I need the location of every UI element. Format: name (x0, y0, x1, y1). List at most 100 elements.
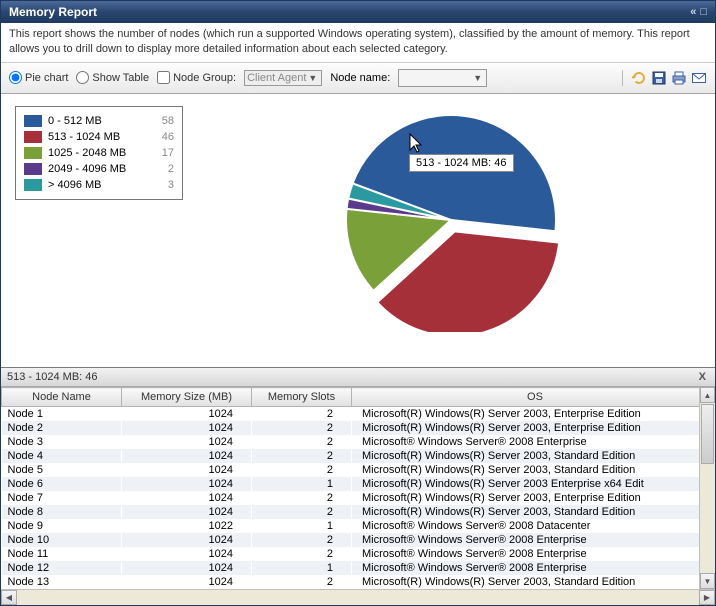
memory-report-window: Memory Report « □ This report shows the … (0, 0, 716, 606)
refresh-icon[interactable] (631, 70, 647, 86)
toolbar: Pie chart Show Table Node Group: Client … (1, 63, 715, 94)
cell: 1024 (122, 449, 252, 463)
window-title: Memory Report (9, 5, 97, 19)
cell: Microsoft® Windows Server® 2008 Enterpri… (352, 533, 715, 547)
cell: Microsoft(R) Windows(R) Server 2003, Ent… (352, 421, 715, 435)
cell: Microsoft(R) Windows(R) Server 2003, Sta… (352, 449, 715, 463)
cell: 2 (252, 463, 352, 477)
cell: 1024 (122, 505, 252, 519)
table-row[interactable]: Node 310242Microsoft® Windows Server® 20… (2, 435, 715, 449)
cell: Node 12 (2, 561, 122, 575)
description-text: This report shows the number of nodes (w… (1, 23, 715, 63)
legend-count: 3 (154, 179, 174, 191)
cell: 1024 (122, 575, 252, 589)
legend-count: 2 (154, 163, 174, 175)
legend-item[interactable]: 2049 - 4096 MB2 (24, 161, 174, 177)
cell: Microsoft(R) Windows(R) Server 2003, Sta… (352, 575, 715, 589)
pie-chart-radio[interactable]: Pie chart (9, 71, 68, 84)
scroll-left-icon[interactable]: ◀ (1, 590, 17, 605)
legend-swatch (24, 147, 42, 159)
cell: 1024 (122, 435, 252, 449)
titlebar: Memory Report « □ (1, 1, 715, 23)
scroll-thumb[interactable] (701, 404, 714, 464)
legend-item[interactable]: 513 - 1024 MB46 (24, 129, 174, 145)
node-name-select[interactable]: ▼ (398, 69, 487, 87)
node-group-select[interactable]: Client Agent ▼ (244, 70, 322, 86)
cell: 2 (252, 575, 352, 589)
email-icon[interactable] (691, 70, 707, 86)
table-row[interactable]: Node 1210241Microsoft® Windows Server® 2… (2, 561, 715, 575)
legend-swatch (24, 179, 42, 191)
column-header[interactable]: Memory Slots (252, 388, 352, 407)
column-header[interactable]: OS (352, 388, 715, 407)
cell: Node 7 (2, 491, 122, 505)
vertical-scrollbar[interactable]: ▲ ▼ (699, 387, 715, 589)
horizontal-scrollbar[interactable]: ◀ ▶ (1, 589, 715, 605)
cell: 2 (252, 505, 352, 519)
detail-title: 513 - 1024 MB: 46 (7, 371, 98, 383)
table-wrap: Node NameMemory Size (MB)Memory SlotsOS … (1, 387, 715, 589)
show-table-radio[interactable]: Show Table (76, 71, 149, 84)
table-row[interactable]: Node 1310242Microsoft(R) Windows(R) Serv… (2, 575, 715, 589)
scroll-down-icon[interactable]: ▼ (700, 573, 715, 589)
table-row[interactable]: Node 210242Microsoft(R) Windows(R) Serve… (2, 421, 715, 435)
detail-pane: 513 - 1024 MB: 46 X Node NameMemory Size… (1, 367, 715, 605)
node-name-label: Node name: (330, 72, 390, 84)
chart-area: 0 - 512 MB58513 - 1024 MB461025 - 2048 M… (1, 94, 715, 367)
cell: Node 6 (2, 477, 122, 491)
table-row[interactable]: Node 110242Microsoft(R) Windows(R) Serve… (2, 407, 715, 422)
cell: 2 (252, 435, 352, 449)
pie-chart[interactable] (321, 102, 581, 335)
cell: Node 9 (2, 519, 122, 533)
table-row[interactable]: Node 710242Microsoft(R) Windows(R) Serve… (2, 491, 715, 505)
table-row[interactable]: Node 510242Microsoft(R) Windows(R) Serve… (2, 463, 715, 477)
legend-item[interactable]: > 4096 MB3 (24, 177, 174, 193)
table-row[interactable]: Node 910221Microsoft® Windows Server® 20… (2, 519, 715, 533)
cell: Microsoft(R) Windows(R) Server 2003, Sta… (352, 505, 715, 519)
legend-count: 17 (154, 147, 174, 159)
chevron-down-icon: ▼ (306, 73, 319, 83)
cell: 1024 (122, 407, 252, 422)
cell: Node 1 (2, 407, 122, 422)
cell: Node 13 (2, 575, 122, 589)
scroll-up-icon[interactable]: ▲ (700, 387, 715, 403)
table-row[interactable]: Node 810242Microsoft(R) Windows(R) Serve… (2, 505, 715, 519)
cell: Node 5 (2, 463, 122, 477)
cell: 2 (252, 421, 352, 435)
cell: 1024 (122, 477, 252, 491)
node-name-input[interactable] (401, 71, 471, 85)
cell: 1 (252, 477, 352, 491)
legend-count: 58 (154, 115, 174, 127)
cell: 1 (252, 519, 352, 533)
cell: Microsoft® Windows Server® 2008 Datacent… (352, 519, 715, 533)
chevron-down-icon: ▼ (471, 73, 484, 83)
cell: 2 (252, 407, 352, 422)
column-header[interactable]: Node Name (2, 388, 122, 407)
legend-count: 46 (154, 131, 174, 143)
legend-item[interactable]: 0 - 512 MB58 (24, 113, 174, 129)
close-icon[interactable]: X (696, 371, 709, 383)
save-icon[interactable] (651, 70, 667, 86)
column-header[interactable]: Memory Size (MB) (122, 388, 252, 407)
legend-swatch (24, 115, 42, 127)
collapse-icon[interactable]: « (690, 6, 696, 18)
table-row[interactable]: Node 1110242Microsoft® Windows Server® 2… (2, 547, 715, 561)
table-row[interactable]: Node 610241Microsoft(R) Windows(R) Serve… (2, 477, 715, 491)
print-icon[interactable] (671, 70, 687, 86)
cell: Node 4 (2, 449, 122, 463)
cell: 2 (252, 547, 352, 561)
legend-item[interactable]: 1025 - 2048 MB17 (24, 145, 174, 161)
nodes-table: Node NameMemory Size (MB)Memory SlotsOS … (1, 387, 715, 589)
maximize-icon[interactable]: □ (700, 6, 707, 18)
cell: Node 11 (2, 547, 122, 561)
table-row[interactable]: Node 1010242Microsoft® Windows Server® 2… (2, 533, 715, 547)
detail-header: 513 - 1024 MB: 46 X (1, 368, 715, 387)
scroll-right-icon[interactable]: ▶ (699, 590, 715, 605)
cell: 1024 (122, 421, 252, 435)
node-group-checkbox[interactable]: Node Group: (157, 71, 236, 84)
cell: Node 8 (2, 505, 122, 519)
cell: Node 3 (2, 435, 122, 449)
cell: 1 (252, 561, 352, 575)
legend: 0 - 512 MB58513 - 1024 MB461025 - 2048 M… (15, 106, 183, 200)
table-row[interactable]: Node 410242Microsoft(R) Windows(R) Serve… (2, 449, 715, 463)
